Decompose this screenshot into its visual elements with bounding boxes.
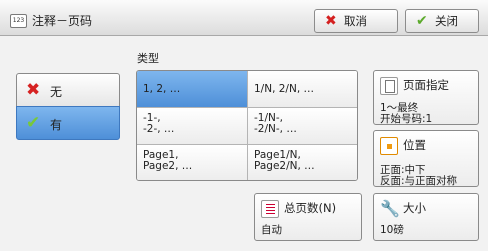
size-title: 大小 xyxy=(403,201,426,215)
red-x-icon: ✖ xyxy=(325,13,337,29)
style-option-text: -2-, … xyxy=(143,123,175,135)
style-option-text: Page2, … xyxy=(143,160,193,172)
close-button[interactable]: ✔ 关闭 xyxy=(405,9,479,33)
style-option-1[interactable]: 1, 2, … xyxy=(137,71,248,108)
style-option-4[interactable]: -1/N-, -2/N-, … xyxy=(248,108,357,145)
style-option-text: Page2/N, … xyxy=(254,160,315,172)
page-range-title: 页面指定 xyxy=(403,78,449,92)
size-button[interactable]: 🔧 大小 10磅 xyxy=(373,193,479,241)
type-section-label: 类型 xyxy=(137,52,159,65)
close-label: 关闭 xyxy=(435,14,458,28)
cancel-label: 取消 xyxy=(344,14,367,28)
document-icon xyxy=(261,200,279,218)
total-pages-value: 自动 xyxy=(261,224,282,236)
total-pages-button[interactable]: 总页数(N) 自动 xyxy=(254,193,362,241)
option-yes-button[interactable]: ✔ 有 xyxy=(16,106,120,140)
cancel-button[interactable]: ✖ 取消 xyxy=(314,9,398,33)
style-option-5[interactable]: Page1, Page2, … xyxy=(137,145,248,180)
position-title: 位置 xyxy=(403,138,426,152)
option-none-label: 无 xyxy=(50,85,63,99)
page-number-icon: 123 xyxy=(10,14,27,28)
position-icon xyxy=(380,137,398,155)
position-line: 反面:与正面对称 xyxy=(380,175,458,187)
number-style-grid: 1, 2, … 1/N, 2/N, … -1-, -2-, … -1/N-, -… xyxy=(136,70,358,181)
size-value: 10磅 xyxy=(380,224,404,236)
total-pages-title: 总页数(N) xyxy=(284,201,337,215)
green-check-icon: ✔ xyxy=(26,113,41,133)
pages-icon xyxy=(380,77,398,95)
style-option-2[interactable]: 1/N, 2/N, … xyxy=(248,71,357,108)
option-none-button[interactable]: ✖ 无 xyxy=(16,73,120,107)
option-yes-label: 有 xyxy=(50,118,63,132)
position-button[interactable]: 位置 正面:中下 反面:与正面对称 xyxy=(373,130,479,187)
window-title: 注释－页码 xyxy=(32,14,93,28)
style-option-6[interactable]: Page1/N, Page2/N, … xyxy=(248,145,357,180)
red-x-icon: ✖ xyxy=(26,80,41,100)
style-option-text: 1, 2, … xyxy=(143,83,181,95)
style-option-text: -2/N-, … xyxy=(254,123,297,135)
green-check-icon: ✔ xyxy=(416,13,428,29)
style-option-text: 1/N, 2/N, … xyxy=(254,83,314,95)
page-range-line: 开始号码:1 xyxy=(380,113,433,125)
style-option-3[interactable]: -1-, -2-, … xyxy=(137,108,248,145)
wrench-icon: 🔧 xyxy=(380,199,400,218)
page-range-button[interactable]: 页面指定 1～最终 开始号码:1 xyxy=(373,70,479,125)
title-bar: 123 注释－页码 ✖ 取消 ✔ 关闭 xyxy=(0,0,488,36)
